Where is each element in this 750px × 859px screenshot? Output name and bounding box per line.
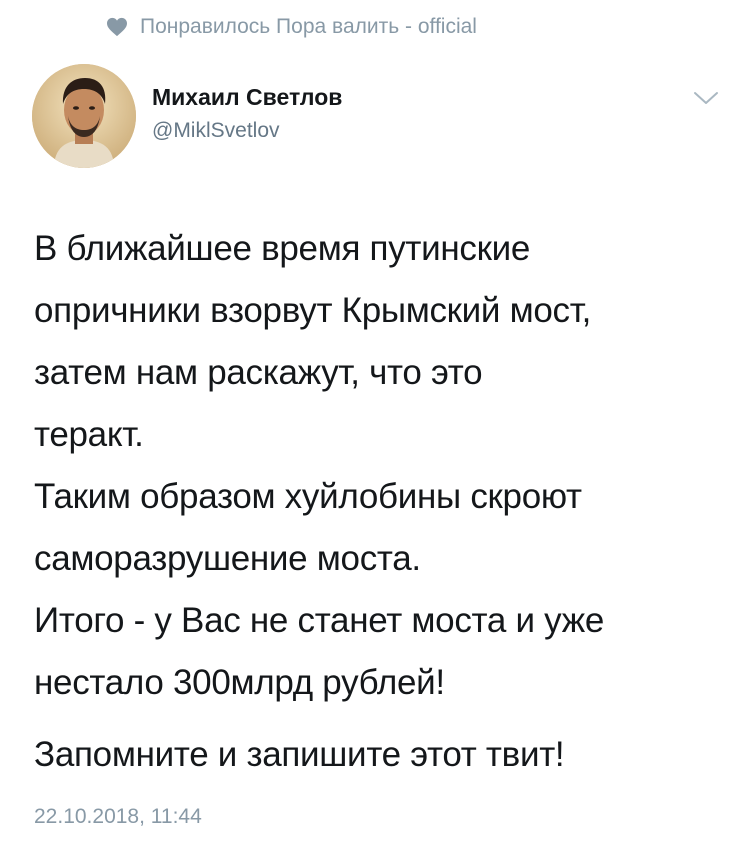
tweet-text-line: затем нам раскажут, что это (34, 353, 483, 392)
tweet-timestamp[interactable]: 22.10.2018, 11:44 (34, 805, 202, 829)
tweet-text-line: нестало 300млрд рублей! (34, 663, 445, 702)
tweet-text-line: Запомните и запишите этот твит! (34, 735, 565, 774)
tweet-text: В ближайшее время путинские опричники вз… (34, 218, 734, 786)
social-context: Понравилось Пора валить - official (106, 10, 477, 44)
tweet-text-line: Таким образом хуйлобины скроют (34, 477, 582, 516)
avatar[interactable] (32, 64, 136, 168)
tweet-text-line: Итого - у Вас не станет моста и уже (34, 601, 604, 640)
author-handle[interactable]: @MiklSvetlov (152, 119, 280, 143)
chevron-down-icon[interactable] (692, 88, 720, 108)
tweet-text-line: опричники взорвут Крымский мост, (34, 291, 592, 330)
social-context-text[interactable]: Понравилось Пора валить - official (140, 15, 477, 39)
heart-icon (106, 17, 128, 37)
tweet-text-line: В ближайшее время путинские (34, 229, 531, 268)
author-name[interactable]: Михаил Светлов (152, 84, 342, 111)
tweet-text-line: теракт. (34, 415, 144, 454)
tweet-text-line: саморазрушение моста. (34, 539, 421, 578)
tweet-header: Михаил Светлов @MiklSvetlov (32, 64, 726, 174)
